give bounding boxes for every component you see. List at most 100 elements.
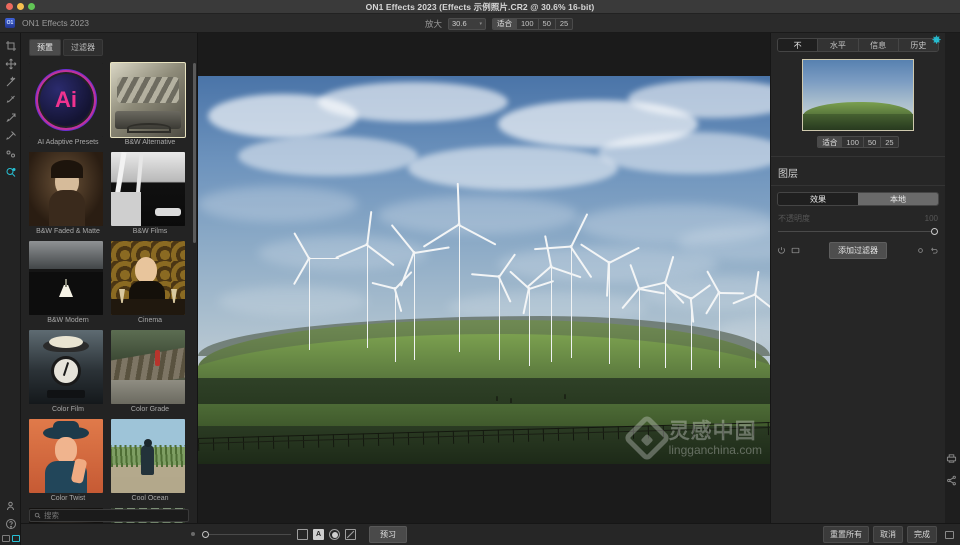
wind-turbine	[580, 243, 640, 364]
preset-category-item[interactable]: Color Twist	[29, 419, 107, 506]
navigator-thumbnail[interactable]	[802, 59, 914, 131]
masking-brush-tool[interactable]	[0, 109, 21, 127]
search-input[interactable]	[44, 511, 174, 520]
compare-view-group: A 预习	[297, 526, 407, 543]
layer-undo-icon[interactable]	[930, 246, 939, 255]
cloud	[598, 131, 770, 174]
add-filter-button[interactable]: 添加过滤器	[829, 242, 887, 259]
tab-levels[interactable]: 水平	[818, 39, 859, 51]
bw-stone-carving-thumbnail[interactable]	[110, 62, 186, 138]
brush-slider-knob[interactable]	[202, 530, 209, 538]
cloud	[238, 135, 418, 176]
layer-mask-icon[interactable]	[791, 246, 800, 255]
adjustable-gradient-tool[interactable]	[0, 127, 21, 145]
image-canvas[interactable]: 灵感中国 lingganchina.com	[198, 33, 770, 523]
tab-info[interactable]: 信息	[858, 39, 899, 51]
zoom-label: 放大	[425, 18, 443, 29]
brush-size-slider[interactable]	[191, 530, 291, 540]
fence-post	[212, 437, 215, 451]
right-panel-tabs: 不 水平 信息 历史	[777, 38, 939, 52]
browser-scrollbar[interactable]	[193, 63, 196, 243]
zoom-select[interactable]: 30.6 ▾	[448, 17, 487, 30]
compare-single-icon[interactable]	[297, 529, 308, 540]
fence-post	[617, 425, 620, 439]
sepia-portrait-thumbnail[interactable]	[29, 152, 103, 226]
fence-post	[512, 428, 515, 442]
preset-category-item[interactable]: Color Film	[29, 330, 107, 417]
presets-grid[interactable]: Ai AI Adaptive Presets B&W Alternative B&W …	[21, 60, 198, 533]
preset-category-item[interactable]: B&W Alternative	[110, 62, 189, 150]
fence-post	[482, 429, 485, 443]
layer-visibility-icon[interactable]	[777, 246, 786, 255]
done-button[interactable]: 完成	[907, 526, 937, 543]
show-right-panel-toggle[interactable]	[11, 535, 20, 542]
fullscreen-icon[interactable]	[945, 530, 954, 539]
preset-category-label: B&W Films	[132, 228, 168, 235]
wind-turbine	[526, 235, 582, 362]
search-wrapper	[29, 509, 189, 522]
preset-category-item[interactable]: Cinema	[111, 241, 189, 328]
crop-tool[interactable]	[0, 37, 21, 55]
fence-post	[227, 436, 230, 450]
ai-badge-thumbnail[interactable]: Ai	[29, 63, 103, 137]
layer-mode-local[interactable]: 本地	[858, 193, 938, 205]
preset-category-item[interactable]: B&W Films	[111, 152, 189, 239]
nav-zoom-100-button[interactable]: 100	[842, 137, 864, 147]
preset-category-item[interactable]: B&W Faded & Matte	[29, 152, 107, 239]
nav-zoom-25-button[interactable]: 25	[881, 137, 897, 147]
bw-lamp-dark-thumbnail[interactable]	[29, 241, 103, 315]
chisel-tool[interactable]	[0, 145, 21, 163]
preset-category-item[interactable]: Ai AI Adaptive Presets	[29, 63, 107, 150]
zoom-25-button[interactable]: 25	[556, 19, 572, 29]
child-dune-grass-thumbnail[interactable]	[111, 419, 185, 493]
fence-post	[362, 432, 365, 446]
refine-magnifier-tool[interactable]	[0, 163, 21, 181]
help-tool[interactable]	[0, 515, 21, 533]
slider-knob[interactable]	[931, 228, 938, 235]
orange-portrait-hat-thumbnail[interactable]	[29, 419, 103, 493]
print-icon[interactable]	[946, 453, 957, 466]
nav-foreground	[803, 114, 913, 130]
zoom-100-button[interactable]: 100	[517, 18, 539, 29]
show-left-panel-toggle[interactable]	[1, 535, 10, 542]
retouch-tool[interactable]	[0, 73, 21, 91]
account-tool[interactable]	[0, 497, 21, 515]
perfect-brush-tool[interactable]	[0, 91, 21, 109]
zoom-fit-button[interactable]: 适合	[493, 18, 518, 29]
cinema-woman-gold-thumbnail[interactable]	[111, 241, 185, 315]
search-box[interactable]	[29, 509, 189, 522]
fence-post	[437, 430, 440, 444]
bw-architecture-thumbnail[interactable]	[111, 152, 185, 226]
stone-wall-path-thumbnail[interactable]	[111, 330, 185, 404]
nav-zoom-50-button[interactable]: 50	[864, 137, 882, 147]
preset-category-label: Color Twist	[50, 495, 86, 502]
kitchen-scale-thumbnail[interactable]	[29, 330, 103, 404]
zoom-50-button[interactable]: 50	[539, 18, 556, 29]
nav-zoom-fit-button[interactable]: 适合	[818, 137, 843, 147]
on1-effects-window: ON1 Effects 2023 (Effects 示例照片.CR2 @ 30.…	[0, 0, 960, 545]
tab-filters[interactable]: 过滤器	[63, 39, 103, 56]
preset-category-item[interactable]: Cool Ocean	[111, 419, 189, 506]
transform-tool[interactable]	[0, 55, 21, 73]
gear-icon[interactable]	[931, 35, 942, 48]
app-name-label: ON1 Effects 2023	[22, 18, 89, 28]
preset-category-item[interactable]: B&W Modern	[29, 241, 107, 328]
wind-turbine	[534, 212, 593, 358]
tab-presets[interactable]: 预置	[29, 39, 61, 56]
preview-button[interactable]: 预习	[369, 526, 407, 543]
fence-post	[467, 429, 470, 443]
opacity-slider[interactable]	[778, 228, 938, 236]
tab-none[interactable]: 不	[778, 39, 819, 51]
preset-category-item[interactable]: Color Grade	[111, 330, 189, 417]
cancel-button[interactable]: 取消	[873, 526, 903, 543]
zoom-steps-group: 适合 100 50 25	[492, 17, 574, 30]
layer-reset-icon[interactable]	[916, 246, 925, 255]
compare-circle-icon[interactable]	[329, 529, 340, 540]
compare-split-icon[interactable]: A	[313, 529, 324, 540]
share-icon[interactable]	[946, 475, 957, 488]
reset-all-button[interactable]: 重置所有	[823, 526, 869, 543]
layer-mode-effects[interactable]: 效果	[778, 193, 858, 205]
fence-post	[332, 433, 335, 447]
compare-diagonal-icon[interactable]	[345, 529, 356, 540]
fence-post	[767, 421, 770, 435]
